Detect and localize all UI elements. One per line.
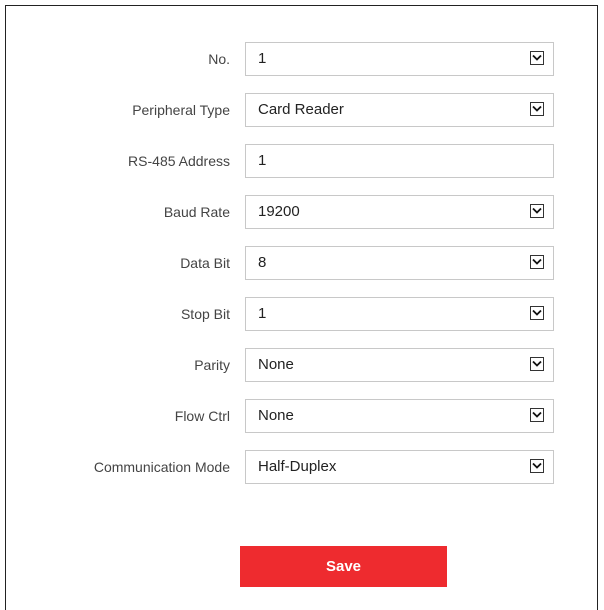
flow-ctrl-label: Flow Ctrl (174, 408, 230, 424)
chevron-down-icon[interactable] (530, 51, 544, 65)
chevron-down-icon[interactable] (530, 357, 544, 371)
peripheral-type-select[interactable]: Card Reader (245, 93, 554, 127)
stop-bit-value: 1 (258, 305, 267, 322)
row-flow-ctrl: Flow Ctrl None (6, 399, 597, 433)
baud-rate-label: Baud Rate (163, 204, 230, 220)
parity-select[interactable]: None (245, 348, 554, 382)
row-data-bit: Data Bit 8 (6, 246, 597, 280)
baud-rate-select[interactable]: 19200 (245, 195, 554, 229)
chevron-down-icon[interactable] (530, 102, 544, 116)
communication-mode-value: Half-Duplex (258, 458, 337, 475)
chevron-down-icon[interactable] (530, 306, 544, 320)
baud-rate-value: 19200 (258, 203, 300, 220)
communication-mode-select[interactable]: Half-Duplex (245, 450, 554, 484)
data-bit-label: Data Bit (180, 255, 230, 271)
flow-ctrl-select[interactable]: None (245, 399, 554, 433)
row-communication-mode: Communication Mode Half-Duplex (6, 450, 597, 484)
chevron-down-icon[interactable] (530, 255, 544, 269)
row-baud-rate: Baud Rate 19200 (6, 195, 597, 229)
chevron-down-icon[interactable] (530, 408, 544, 422)
peripheral-type-value: Card Reader (258, 101, 344, 118)
data-bit-value: 8 (258, 254, 267, 271)
chevron-down-icon[interactable] (530, 204, 544, 218)
row-stop-bit: Stop Bit 1 (6, 297, 597, 331)
stop-bit-label: Stop Bit (180, 306, 230, 322)
stop-bit-select[interactable]: 1 (245, 297, 554, 331)
rs485-address-label: RS-485 Address (128, 153, 230, 169)
parity-label: Parity (194, 357, 230, 373)
save-button[interactable]: Save (240, 546, 447, 587)
rs485-address-value: 1 (258, 152, 267, 169)
row-no: No. 1 (6, 42, 597, 76)
row-rs485-address: RS-485 Address 1 (6, 144, 597, 178)
chevron-down-icon[interactable] (530, 459, 544, 473)
data-bit-select[interactable]: 8 (245, 246, 554, 280)
no-label: No. (208, 51, 230, 67)
row-parity: Parity None (6, 348, 597, 382)
peripheral-type-label: Peripheral Type (132, 102, 230, 118)
settings-panel: No. 1 Peripheral Type Card Reader RS-485… (5, 5, 598, 610)
rs485-address-input[interactable]: 1 (245, 144, 554, 178)
parity-value: None (258, 356, 294, 373)
flow-ctrl-value: None (258, 407, 294, 424)
no-value: 1 (258, 50, 267, 67)
row-peripheral-type: Peripheral Type Card Reader (6, 93, 597, 127)
no-select[interactable]: 1 (245, 42, 554, 76)
communication-mode-label: Communication Mode (93, 459, 230, 475)
